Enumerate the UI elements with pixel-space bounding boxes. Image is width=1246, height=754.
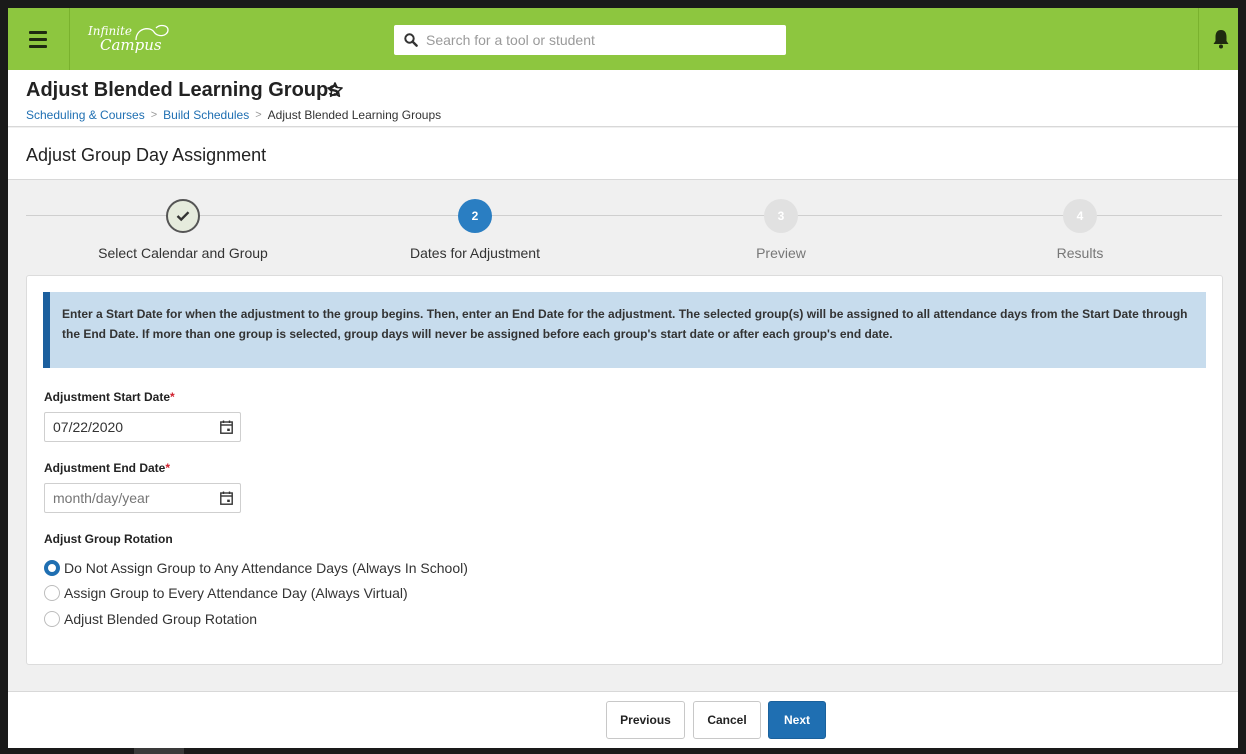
start-date-label-text: Adjustment Start Date — [44, 390, 171, 404]
step-results: 4 Results — [950, 199, 1210, 261]
top-bar: Infinite Campus — [8, 8, 1238, 70]
background-artifact — [134, 748, 184, 754]
start-date-input[interactable] — [45, 419, 215, 435]
radio-button[interactable] — [44, 611, 60, 627]
step-1-label: Select Calendar and Group — [98, 245, 268, 261]
rotation-label: Adjust Group Rotation — [44, 532, 173, 546]
step-2-circle: 2 — [458, 199, 492, 233]
wizard-footer: Previous Cancel Next — [8, 691, 1238, 748]
info-banner: Enter a Start Date for when the adjustme… — [43, 292, 1206, 368]
breadcrumb-scheduling-courses[interactable]: Scheduling & Courses — [26, 108, 145, 122]
radio-label: Assign Group to Every Attendance Day (Al… — [64, 585, 408, 601]
previous-button[interactable]: Previous — [606, 701, 685, 739]
notification-bell-icon[interactable] — [1212, 29, 1230, 49]
step-1-circle — [166, 199, 200, 233]
form-card: Enter a Start Date for when the adjustme… — [26, 275, 1223, 665]
wizard-stepper: Select Calendar and Group 2 Dates for Ad… — [8, 180, 1238, 275]
radio-button[interactable] — [44, 585, 60, 601]
breadcrumb: Scheduling & Courses > Build Schedules >… — [26, 108, 441, 122]
end-date-label: Adjustment End Date* — [44, 461, 170, 475]
search-bar[interactable] — [394, 25, 786, 55]
step-dates-for-adjustment[interactable]: 2 Dates for Adjustment — [345, 199, 605, 261]
end-date-field[interactable] — [44, 483, 241, 513]
next-button[interactable]: Next — [768, 701, 826, 739]
calendar-icon[interactable] — [220, 420, 233, 434]
radio-always-virtual[interactable]: Assign Group to Every Attendance Day (Al… — [44, 585, 408, 601]
cancel-button[interactable]: Cancel — [693, 701, 761, 739]
step-4-circle: 4 — [1063, 199, 1097, 233]
section-header: Adjust Group Day Assignment — [8, 128, 1238, 180]
breadcrumb-build-schedules[interactable]: Build Schedules — [163, 108, 249, 122]
breadcrumb-current: Adjust Blended Learning Groups — [267, 108, 442, 122]
step-2-label: Dates for Adjustment — [410, 245, 540, 261]
breadcrumb-separator-icon: > — [255, 109, 262, 121]
infinite-campus-logo[interactable]: Infinite Campus — [88, 24, 188, 56]
step-4-label: Results — [1056, 245, 1104, 261]
radio-button-selected[interactable] — [44, 560, 60, 576]
page-title: Adjust Blended Learning Groups — [26, 79, 340, 101]
step-preview: 3 Preview — [651, 199, 911, 261]
calendar-icon[interactable] — [220, 491, 233, 505]
logo-swirl-icon — [135, 24, 169, 41]
page-header: Adjust Blended Learning Groups Schedulin… — [8, 70, 1238, 127]
checkmark-icon — [176, 211, 190, 222]
required-marker: * — [165, 461, 171, 475]
end-date-input[interactable] — [45, 490, 215, 506]
start-date-field[interactable] — [44, 412, 241, 442]
end-date-label-text: Adjustment End Date — [44, 461, 166, 475]
radio-blended-rotation[interactable]: Adjust Blended Group Rotation — [44, 611, 257, 627]
search-icon — [404, 33, 418, 47]
radio-always-in-school[interactable]: Do Not Assign Group to Any Attendance Da… — [44, 560, 468, 576]
radio-label: Adjust Blended Group Rotation — [64, 611, 258, 627]
start-date-label: Adjustment Start Date* — [44, 390, 175, 404]
favorite-star-icon[interactable] — [326, 81, 344, 99]
section-title: Adjust Group Day Assignment — [26, 145, 267, 165]
breadcrumb-separator-icon: > — [150, 109, 158, 121]
step-3-circle: 3 — [764, 199, 798, 233]
menu-icon[interactable] — [8, 8, 68, 70]
app-window: Infinite Campus Adjust Blended Learning … — [8, 8, 1238, 748]
step-select-calendar[interactable]: Select Calendar and Group — [53, 199, 313, 261]
radio-label: Do Not Assign Group to Any Attendance Da… — [64, 560, 468, 576]
search-input[interactable] — [426, 32, 766, 48]
step-3-label: Preview — [756, 245, 806, 261]
required-marker: * — [170, 390, 175, 404]
